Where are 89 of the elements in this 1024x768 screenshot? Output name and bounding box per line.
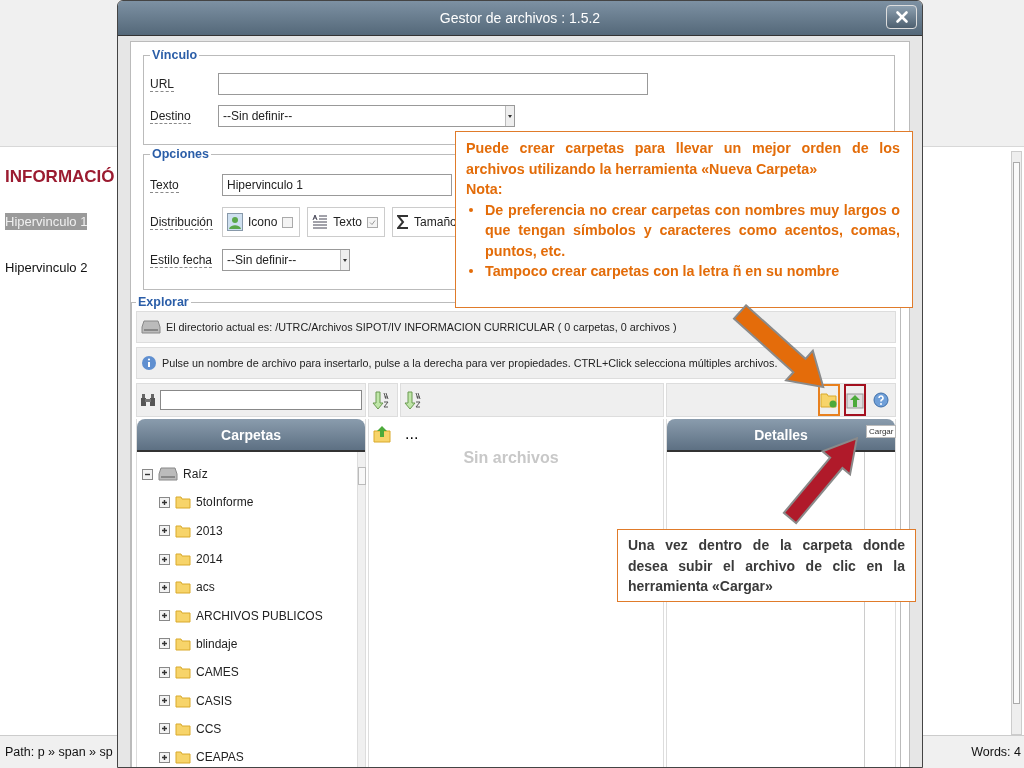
- picture-icon: [227, 213, 243, 231]
- expand-icon[interactable]: [159, 666, 170, 678]
- sigma-icon: [397, 214, 410, 230]
- expand-icon[interactable]: [159, 553, 170, 565]
- folder-icon: [175, 607, 191, 624]
- note-item: De preferencia no crear carpetas con nombres muy largos o que tengan símbolos y caracteres como acentos, comas, puntos, etc.: [485, 200, 900, 261]
- dropdown-caret-icon: [505, 106, 514, 126]
- folder-icon: [175, 494, 191, 511]
- note-label: Nota:: [466, 180, 504, 199]
- folder-icon: [175, 635, 191, 652]
- expand-icon[interactable]: [159, 695, 170, 706]
- option-label: Tamaño: [414, 215, 457, 229]
- binoculars-icon: [140, 392, 156, 408]
- close-button[interactable]: [886, 5, 917, 29]
- info-icon: [141, 355, 157, 371]
- tree-item[interactable]: 2013: [196, 523, 223, 538]
- page-heading: INFORMACIÓ: [5, 167, 115, 187]
- expand-icon[interactable]: [159, 751, 170, 763]
- dialog-title: Gestor de archivos : 1.5.2: [439, 10, 601, 26]
- folder-icon: [175, 579, 191, 596]
- tree-item[interactable]: 5toInforme: [196, 495, 254, 510]
- field-label: Texto: [150, 177, 179, 193]
- search-field[interactable]: [160, 390, 362, 410]
- option-label: Texto: [333, 215, 363, 229]
- field-label: Destino: [150, 109, 191, 124]
- scrollbar[interactable]: [357, 452, 365, 767]
- expand-icon[interactable]: [159, 581, 170, 593]
- sort-icon[interactable]: [372, 390, 390, 410]
- callout-text: Una vez dentro de la carpeta donde desea subir el archivo de clic en la herramienta «Cargar»: [628, 536, 905, 596]
- upload-button[interactable]: [844, 384, 866, 416]
- folder-icon: [175, 720, 191, 737]
- parent-entry[interactable]: ...: [405, 425, 419, 443]
- layout-option[interactable]: Icono: [222, 207, 301, 237]
- tree-item[interactable]: Raíz: [183, 467, 208, 482]
- tooltip: Cargar: [866, 425, 897, 438]
- tree-item[interactable]: CCS: [196, 721, 222, 736]
- drive-icon: [141, 320, 161, 334]
- tree-item[interactable]: CASIS: [196, 693, 232, 708]
- field-label: Estilo fecha: [150, 252, 213, 268]
- tree-item[interactable]: 2014: [196, 552, 223, 567]
- dropdown-caret-icon: [340, 249, 349, 270]
- tree-item[interactable]: CEAPAS: [196, 750, 244, 765]
- tree-item[interactable]: acs: [196, 580, 215, 595]
- field-label: URL: [150, 77, 174, 92]
- panel-header: Carpetas: [137, 419, 365, 452]
- tree-item[interactable]: blindaje: [196, 636, 238, 651]
- current-directory: El directorio actual es: /UTRC/Archivos SIPOT/IV INFORMACION CURRICULAR ( 0 carpetas, 0 archivos ): [166, 321, 677, 333]
- scrollbar[interactable]: [1011, 151, 1022, 735]
- bullet-icon: [469, 207, 473, 212]
- checkbox[interactable]: [367, 216, 379, 228]
- expand-icon[interactable]: [159, 638, 170, 650]
- element-path: Path: p » span » sp: [5, 745, 113, 759]
- callout-text: Puede crear carpetas para llevar un mejor orden de los archivos utilizando la herramienta «Nueva Carpeta»: [466, 139, 900, 179]
- section-legend: Explorar: [136, 295, 191, 309]
- help-icon: [873, 392, 889, 408]
- collapse-icon[interactable]: [142, 468, 153, 480]
- folder-icon: [175, 551, 191, 568]
- folder-icon: [175, 664, 191, 681]
- word-count: Words: 4: [971, 745, 1021, 759]
- new-folder-icon: [820, 391, 838, 409]
- bullet-icon: [469, 269, 473, 273]
- parent-folder-icon[interactable]: [373, 425, 391, 443]
- layout-option[interactable]: Texto: [307, 207, 386, 237]
- sort-icon[interactable]: [404, 390, 422, 410]
- date-style-select[interactable]: --Sin definir--: [222, 248, 350, 271]
- expand-icon[interactable]: [159, 496, 170, 508]
- section-legend: Vínculo: [150, 48, 200, 62]
- field-label: Distribución: [150, 215, 213, 230]
- expand-icon[interactable]: [159, 610, 170, 622]
- option-label: Icono: [248, 215, 278, 229]
- folder-icon: [175, 749, 191, 766]
- tree-item[interactable]: CAMES: [196, 665, 239, 680]
- drive-icon: [158, 467, 178, 482]
- new-folder-button[interactable]: [818, 384, 840, 416]
- section-legend: Opciones: [150, 147, 211, 161]
- info-message: Pulse un nombre de archivo para insertarlo, pulse a la derecha para ver propiedades. CTRL+Click selecciona múltiples archivos.: [162, 357, 778, 369]
- note-item: Tampoco crear carpetas con la letra ñ en su nombre: [485, 262, 840, 281]
- folder-icon: [175, 522, 191, 539]
- hyperlink-text[interactable]: Hipervinculo 2: [5, 259, 88, 276]
- url-field[interactable]: [218, 73, 648, 95]
- folder-icon: [175, 692, 191, 709]
- target-select[interactable]: --Sin definir--: [218, 105, 515, 127]
- checkbox[interactable]: [282, 216, 294, 228]
- text-lines-icon: [312, 214, 329, 230]
- tree-item[interactable]: ARCHIVOS PUBLICOS: [196, 608, 323, 623]
- text-field[interactable]: Hipervinculo 1: [222, 173, 452, 196]
- upload-icon: [846, 391, 864, 409]
- expand-icon[interactable]: [159, 525, 170, 537]
- expand-icon[interactable]: [159, 723, 170, 735]
